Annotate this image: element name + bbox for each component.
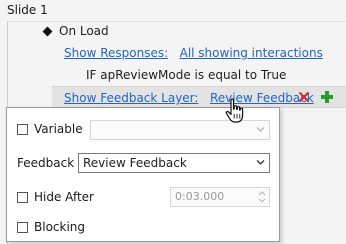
blocking-checkbox[interactable] <box>17 221 28 233</box>
trigger-on-load[interactable]: On Load <box>42 24 109 38</box>
responses-value-link[interactable]: All showing interactions <box>180 46 323 60</box>
feedback-options-popup: Variable Feedback Review Feedback Hide A… <box>6 107 280 242</box>
chevron-down-icon <box>256 160 265 165</box>
trigger-panel: Slide 1 On Load Show Responses: All show… <box>0 0 346 244</box>
variable-label: Variable <box>34 122 83 136</box>
variable-checkbox[interactable] <box>17 123 28 135</box>
show-feedback-layer-link[interactable]: Show Feedback Layer: <box>64 91 198 105</box>
hide-after-label: Hide After <box>34 190 94 204</box>
slide-title[interactable]: Slide 1 <box>7 3 48 17</box>
feedback-dropdown[interactable]: Review Feedback <box>78 153 270 173</box>
hand-pointer-icon <box>225 98 244 123</box>
show-responses-row: Show Responses: All showing interactions <box>64 46 323 60</box>
feedback-label: Feedback <box>17 156 75 170</box>
chevron-down-icon <box>256 127 265 132</box>
variable-option: Variable <box>17 122 83 136</box>
hide-after-option: Hide After <box>17 190 94 204</box>
hide-after-checkbox[interactable] <box>17 191 28 203</box>
feedback-dropdown-value: Review Feedback <box>83 156 187 170</box>
hide-after-time-value: 0:03.000 <box>175 190 225 203</box>
hide-after-time-input[interactable]: 0:03.000 <box>170 187 270 207</box>
blocking-option: Blocking <box>17 220 85 234</box>
feedback-layer-row[interactable]: Show Feedback Layer: Review Feedback <box>52 86 346 108</box>
spinner-arrows-icon[interactable] <box>258 189 266 205</box>
feedback-layer-text: Show Feedback Layer: Review Feedback <box>64 91 314 105</box>
delete-x-icon[interactable] <box>298 91 310 103</box>
feedback-option: Feedback <box>17 156 74 170</box>
show-responses-link[interactable]: Show Responses: <box>64 46 168 60</box>
add-plus-icon[interactable] <box>320 90 334 104</box>
trigger-label: On Load <box>59 24 109 38</box>
diamond-bullet-icon <box>42 26 53 37</box>
condition-row[interactable]: IF apReviewMode is equal to True <box>86 68 286 82</box>
blocking-label: Blocking <box>34 220 86 234</box>
